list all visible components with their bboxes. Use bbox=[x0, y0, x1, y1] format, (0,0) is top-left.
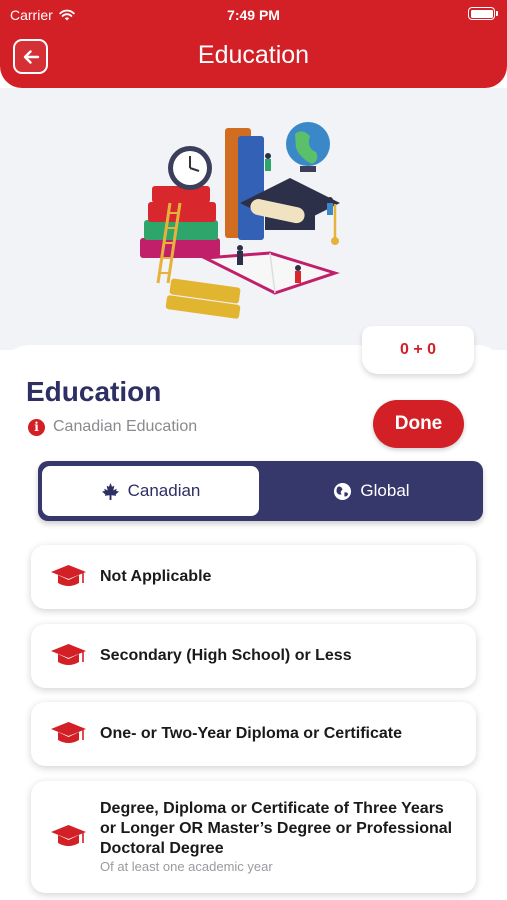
info-icon[interactable]: i bbox=[28, 418, 45, 436]
graduation-cap-icon bbox=[51, 644, 86, 665]
option-card[interactable]: Degree, Diploma or Certificate of Three … bbox=[31, 781, 476, 893]
maple-leaf-icon bbox=[101, 482, 119, 500]
graduation-cap-icon bbox=[51, 825, 86, 846]
option-note: Of at least one academic year bbox=[100, 859, 273, 874]
app-header: Carrier 7:49 PM Education bbox=[0, 0, 507, 88]
page-title: Education bbox=[197, 41, 310, 69]
section-subtitle-row: i Canadian Education bbox=[28, 418, 197, 436]
option-label: Degree, Diploma or Certificate of Three … bbox=[100, 800, 453, 857]
battery-icon bbox=[468, 7, 498, 20]
education-illustration bbox=[140, 122, 340, 319]
status-time: 7:49 PM bbox=[227, 7, 280, 23]
globe-icon bbox=[334, 482, 352, 500]
region-segmented-control: Canadian Global bbox=[38, 461, 483, 521]
option-label: One- or Two-Year Diploma or Certificate bbox=[100, 725, 402, 742]
option-card[interactable]: Not Applicable bbox=[31, 545, 476, 609]
segment-canadian-label: Canadian bbox=[127, 481, 201, 500]
section-subtitle: Canadian Education bbox=[53, 418, 198, 435]
graduation-cap-icon bbox=[51, 722, 86, 743]
status-bar: Carrier 7:49 PM bbox=[0, 5, 507, 25]
hero-illustration-area bbox=[0, 88, 507, 350]
segment-global[interactable]: Global bbox=[264, 466, 479, 516]
segment-canadian[interactable]: Canadian bbox=[42, 466, 259, 516]
score-badge: 0 + 0 bbox=[362, 326, 474, 374]
segment-global-label: Global bbox=[360, 481, 410, 500]
section-title: Education bbox=[26, 376, 162, 407]
graduation-cap-icon bbox=[51, 565, 86, 586]
done-button[interactable]: Done bbox=[373, 400, 464, 448]
option-label: Secondary (High School) or Less bbox=[100, 647, 352, 664]
option-label: Not Applicable bbox=[100, 568, 212, 585]
option-card[interactable]: One- or Two-Year Diploma or Certificate bbox=[31, 702, 476, 766]
option-card[interactable]: Secondary (High School) or Less bbox=[31, 624, 476, 688]
